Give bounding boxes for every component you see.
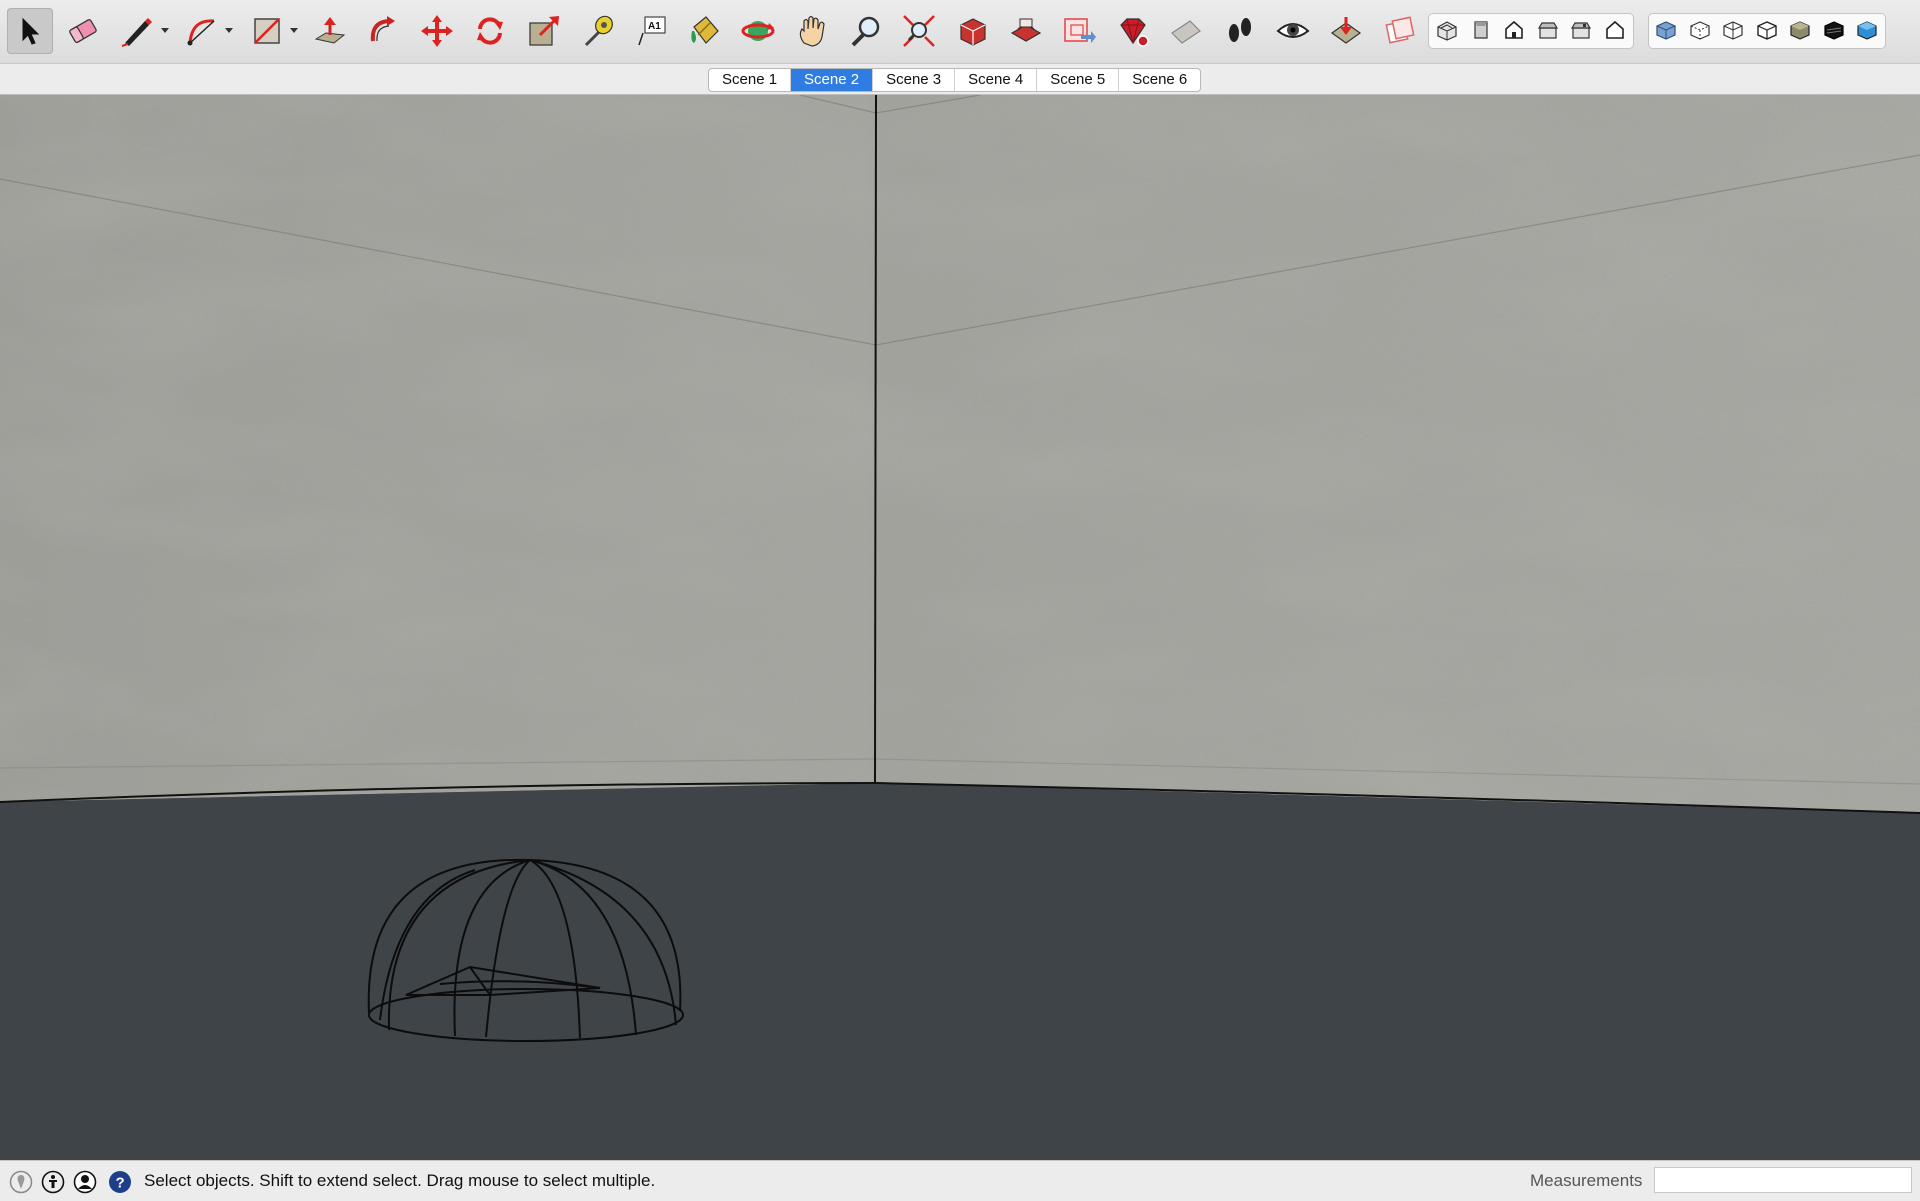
tape-measure-tool-icon[interactable] — [575, 8, 621, 54]
svg-text:A1: A1 — [648, 21, 661, 32]
scene-tab-3[interactable]: Scene 3 — [873, 69, 956, 91]
model-viewport[interactable] — [0, 95, 1920, 1160]
shaded-textures-style-icon[interactable] — [1821, 17, 1847, 43]
shaded-style-icon[interactable] — [1787, 17, 1813, 43]
scene-tab-bar: Scene 1 Scene 2 Scene 3 Scene 4 Scene 5 Scene… — [0, 64, 1920, 95]
select-tool-icon[interactable] — [7, 8, 53, 54]
line-tool-dropdown[interactable] — [161, 28, 169, 33]
zoom-tool-icon[interactable] — [842, 8, 888, 54]
section-plane-tool-icon[interactable] — [1163, 8, 1209, 54]
right-view-icon[interactable] — [1535, 17, 1561, 43]
model-canvas[interactable] — [0, 95, 1920, 1160]
arc-tool-icon[interactable] — [180, 8, 226, 54]
walk-tool-icon[interactable] — [1217, 8, 1263, 54]
scene-tab-2[interactable]: Scene 2 — [791, 69, 874, 91]
extension-warehouse-tool-icon[interactable] — [1110, 8, 1156, 54]
text-tool-icon[interactable]: A1 — [628, 8, 674, 54]
scale-tool-icon[interactable] — [521, 8, 567, 54]
xray-style-icon[interactable] — [1653, 17, 1679, 43]
paint-bucket-tool-icon[interactable] — [681, 8, 727, 54]
layout-tool-icon[interactable] — [1056, 8, 1102, 54]
main-toolbar: A1 — [0, 0, 1920, 64]
orbit-tool-icon[interactable] — [735, 8, 781, 54]
follow-me-tool-icon[interactable] — [360, 8, 406, 54]
help-icon[interactable]: ? — [108, 1170, 132, 1194]
credits-icon[interactable] — [41, 1170, 65, 1194]
arc-tool-dropdown[interactable] — [225, 28, 233, 33]
scene-tab-4[interactable]: Scene 4 — [955, 69, 1038, 91]
back-edges-style-icon[interactable] — [1687, 17, 1713, 43]
rectangle-tool-icon[interactable] — [244, 8, 290, 54]
hidden-line-style-icon[interactable] — [1754, 17, 1780, 43]
scene-tab-5[interactable]: Scene 5 — [1037, 69, 1120, 91]
user-account-icon[interactable] — [73, 1170, 97, 1194]
wall-concrete-texture — [0, 95, 1920, 813]
extension-manager-tool-icon[interactable] — [1377, 8, 1423, 54]
floor-plane[interactable] — [0, 783, 1920, 1160]
left-view-icon[interactable] — [1602, 17, 1628, 43]
top-view-icon[interactable] — [1468, 17, 1494, 43]
wireframe-style-icon[interactable] — [1720, 17, 1746, 43]
measurements-input[interactable] — [1654, 1167, 1912, 1193]
back-view-icon[interactable] — [1568, 17, 1594, 43]
iso-view-icon[interactable] — [1434, 17, 1460, 43]
scene-tab-6[interactable]: Scene 6 — [1119, 69, 1200, 91]
look-around-tool-icon[interactable] — [1270, 8, 1316, 54]
eraser-tool-icon[interactable] — [60, 8, 106, 54]
scene-tab-1[interactable]: Scene 1 — [709, 69, 792, 91]
front-view-icon[interactable] — [1501, 17, 1527, 43]
pan-tool-icon[interactable] — [789, 8, 835, 54]
zoom-extents-tool-icon[interactable] — [896, 8, 942, 54]
position-camera-tool-icon[interactable] — [1323, 8, 1369, 54]
svg-text:?: ? — [116, 1175, 125, 1192]
status-bar: ? Select objects. Shift to extend select… — [0, 1160, 1920, 1201]
scene-tabs: Scene 1 Scene 2 Scene 3 Scene 4 Scene 5 Scene… — [708, 68, 1202, 92]
monochrome-style-icon[interactable] — [1854, 17, 1880, 43]
status-message: Select objects. Shift to extend select. … — [144, 1171, 656, 1190]
geo-location-icon[interactable] — [9, 1170, 33, 1194]
share-model-tool-icon[interactable] — [1003, 8, 1049, 54]
measurements-label: Measurements — [1530, 1171, 1643, 1190]
rectangle-tool-dropdown[interactable] — [290, 28, 298, 33]
line-tool-icon[interactable] — [114, 8, 160, 54]
move-tool-icon[interactable] — [414, 8, 460, 54]
warehouse-tool-icon[interactable] — [950, 8, 996, 54]
rotate-tool-icon[interactable] — [467, 8, 513, 54]
push-pull-tool-icon[interactable] — [307, 8, 353, 54]
